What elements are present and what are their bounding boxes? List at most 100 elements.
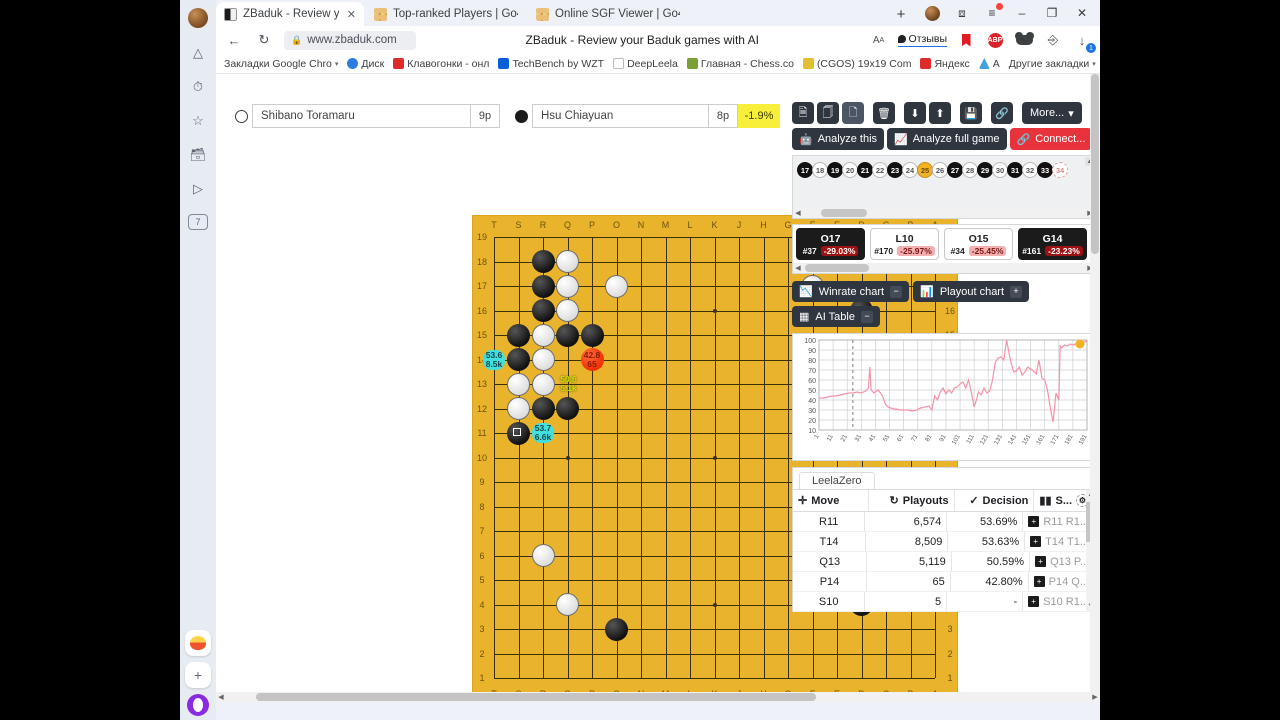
board-stone-black[interactable] <box>507 348 530 371</box>
connect-button[interactable]: 🔗 Connect... <box>1009 128 1093 150</box>
scrollbar-thumb[interactable] <box>821 209 867 217</box>
scroll-left-icon[interactable]: ◀ <box>793 263 803 273</box>
paste-icon[interactable]: 🗋 <box>842 102 864 124</box>
column-decision[interactable]: ✓ Decision <box>955 490 1035 511</box>
ai-table-row[interactable]: R11 6,574 53.69% + R11 R1... <box>793 512 1095 532</box>
bookmark-klavogonki[interactable]: Клавогонки - онл <box>393 58 489 70</box>
board-stone-black[interactable] <box>531 397 555 420</box>
counter-badge[interactable]: 7 <box>186 210 210 234</box>
bookmark-techbench[interactable]: TechBench by WZT <box>498 58 604 70</box>
bookmark-disk[interactable]: Диск <box>347 58 384 70</box>
extension-icon[interactable]: ⎆ <box>1043 30 1063 50</box>
mistake-card[interactable]: L10 #170 -25.97% <box>870 228 939 260</box>
bookmark-google-chrome[interactable]: Закладки Google Chro ▾ <box>224 58 338 70</box>
flame-app-icon[interactable] <box>185 630 211 656</box>
address-bar[interactable]: 🔒 www.zbaduk.com <box>284 30 416 50</box>
mistake-card[interactable]: O15 #34 -25.45% <box>944 228 1013 260</box>
scrollbar-thumb[interactable] <box>1091 74 1099 254</box>
scroll-left-icon[interactable]: ◀ <box>793 208 803 218</box>
close-icon[interactable]: ✕ <box>1074 5 1090 21</box>
black-player-rank[interactable]: 8p <box>708 104 738 128</box>
opera-app-icon[interactable] <box>187 694 209 716</box>
reviews-button[interactable]: Отзывы <box>897 33 947 47</box>
expand-icon[interactable]: + <box>1035 556 1047 567</box>
board-stone-black[interactable] <box>556 397 579 420</box>
board-stone-white[interactable] <box>605 274 628 298</box>
delete-icon[interactable]: 🗑 <box>873 102 895 124</box>
board-stone-white[interactable] <box>556 593 579 616</box>
page-horizontal-scrollbar[interactable]: ◀ ▶ <box>216 692 1100 702</box>
bookmark-chess[interactable]: Главная - Chess.co <box>686 58 794 70</box>
downloads-icon[interactable]: ↓ 1 <box>1072 30 1096 53</box>
board-stone-white[interactable] <box>507 372 530 396</box>
analyze-full-game-button[interactable]: 📈 Analyze full game <box>887 128 1007 150</box>
board-stone-black[interactable] <box>531 250 555 273</box>
analyze-this-button[interactable]: 🤖 Analyze this <box>792 128 885 150</box>
more-button[interactable]: More... ▾ <box>1022 102 1082 124</box>
menu-icon[interactable]: ≡ <box>984 3 1003 21</box>
minimize-icon[interactable]: – <box>1014 5 1030 21</box>
board-stone-white[interactable] <box>507 397 530 420</box>
white-player-name[interactable]: Shibano Toramaru <box>252 104 470 128</box>
tab-top-ranked-players[interactable]: Top-ranked Players | Go4G <box>366 2 526 26</box>
bookmark-deepleela[interactable]: DeepLeela <box>613 58 678 70</box>
link-icon[interactable]: 🔗 <box>991 102 1013 124</box>
expand-icon[interactable]: + <box>1030 536 1042 547</box>
ai-table-toggle[interactable]: ▦ AI Table − <box>792 306 880 327</box>
expand-icon[interactable]: + <box>1028 516 1040 527</box>
mistake-card[interactable]: O17 #37 -29.03% <box>796 228 865 260</box>
bookmark-yandex[interactable]: Яндекс <box>920 58 970 70</box>
move-sequence-bar[interactable]: 171819202122232425262728293031323334 ▲ ◀… <box>792 155 1096 219</box>
winrate-chart[interactable]: 10 20 30 40 50 60 70 80 90 100 1 11 21 31 41 51 61 71 81 91… <box>792 333 1096 461</box>
ai-suggestion-label[interactable]: 53.7 6.6k <box>532 423 554 443</box>
back-arrow-icon[interactable]: ← <box>224 30 244 50</box>
account-icon[interactable] <box>924 5 940 21</box>
video-icon[interactable]: ▷ <box>186 176 210 200</box>
gamepad-icon[interactable] <box>1014 30 1034 50</box>
ai-suggestion-label[interactable]: 53.6 8.5k <box>483 349 505 370</box>
translate-icon[interactable]: AА <box>869 30 889 50</box>
scroll-right-icon[interactable]: ▶ <box>1090 692 1100 702</box>
bookmark-a[interactable]: A <box>978 58 1000 70</box>
board-stone-black[interactable] <box>556 323 579 347</box>
download-icon[interactable]: ⬇ <box>904 102 926 124</box>
collapse-icon[interactable]: − <box>890 285 903 298</box>
move-node-17[interactable]: 17 <box>797 162 813 178</box>
bookmark-cgos[interactable]: (CGOS) 19x19 Com <box>802 58 911 70</box>
scroll-left-icon[interactable]: ◀ <box>216 692 226 702</box>
tab-online-sgf-viewer[interactable]: Online SGF Viewer | Go4G <box>528 2 688 26</box>
column-move[interactable]: ✛ Move <box>793 490 869 511</box>
move-node-24[interactable]: 24 <box>902 162 918 178</box>
notifications-icon[interactable]: △ <box>186 40 210 64</box>
restore-icon[interactable]: ❐ <box>1044 5 1060 21</box>
move-node-23[interactable]: 23 <box>887 162 903 178</box>
move-node-33[interactable]: 33 <box>1037 162 1053 178</box>
move-node-18[interactable]: 18 <box>812 162 828 178</box>
upload-icon[interactable]: ⬆ <box>929 102 951 124</box>
tab-leelazero[interactable]: LeelaZero <box>799 472 875 489</box>
favorites-icon[interactable]: ☆ <box>186 108 210 132</box>
sidebar-item-avatar[interactable] <box>186 6 210 30</box>
board-stone-black[interactable] <box>531 274 555 298</box>
mistakes-scrollbar[interactable]: ◀ ▶ <box>793 263 1095 273</box>
move-node-21[interactable]: 21 <box>857 162 873 178</box>
move-node-25[interactable]: 25 <box>917 162 933 178</box>
move-node-19[interactable]: 19 <box>827 162 843 178</box>
move-node-31[interactable]: 31 <box>1007 162 1023 178</box>
board-stone-white[interactable] <box>556 299 579 322</box>
ai-table-row[interactable]: P14 65 42.80% + P14 Q... <box>793 572 1095 592</box>
board-stone-black[interactable] <box>605 617 628 641</box>
reload-icon[interactable]: ↻ <box>254 30 274 50</box>
move-node-34[interactable]: 34 <box>1052 162 1068 178</box>
collapse-icon[interactable]: − <box>860 310 873 323</box>
new-file-icon[interactable]: 🗎 <box>792 102 814 124</box>
move-node-27[interactable]: 27 <box>947 162 963 178</box>
add-app-button[interactable]: + <box>185 662 211 688</box>
ai-table-row[interactable]: S10 5 - + S10 R1... <box>793 592 1095 612</box>
board-stone-black[interactable] <box>507 323 530 347</box>
move-sequence-scrollbar[interactable]: ◀ ▶ <box>793 208 1095 218</box>
board-stone-white[interactable] <box>531 372 555 396</box>
close-icon[interactable]: ✕ <box>347 8 356 21</box>
move-node-30[interactable]: 30 <box>992 162 1008 178</box>
board-stone-white[interactable] <box>531 323 555 347</box>
